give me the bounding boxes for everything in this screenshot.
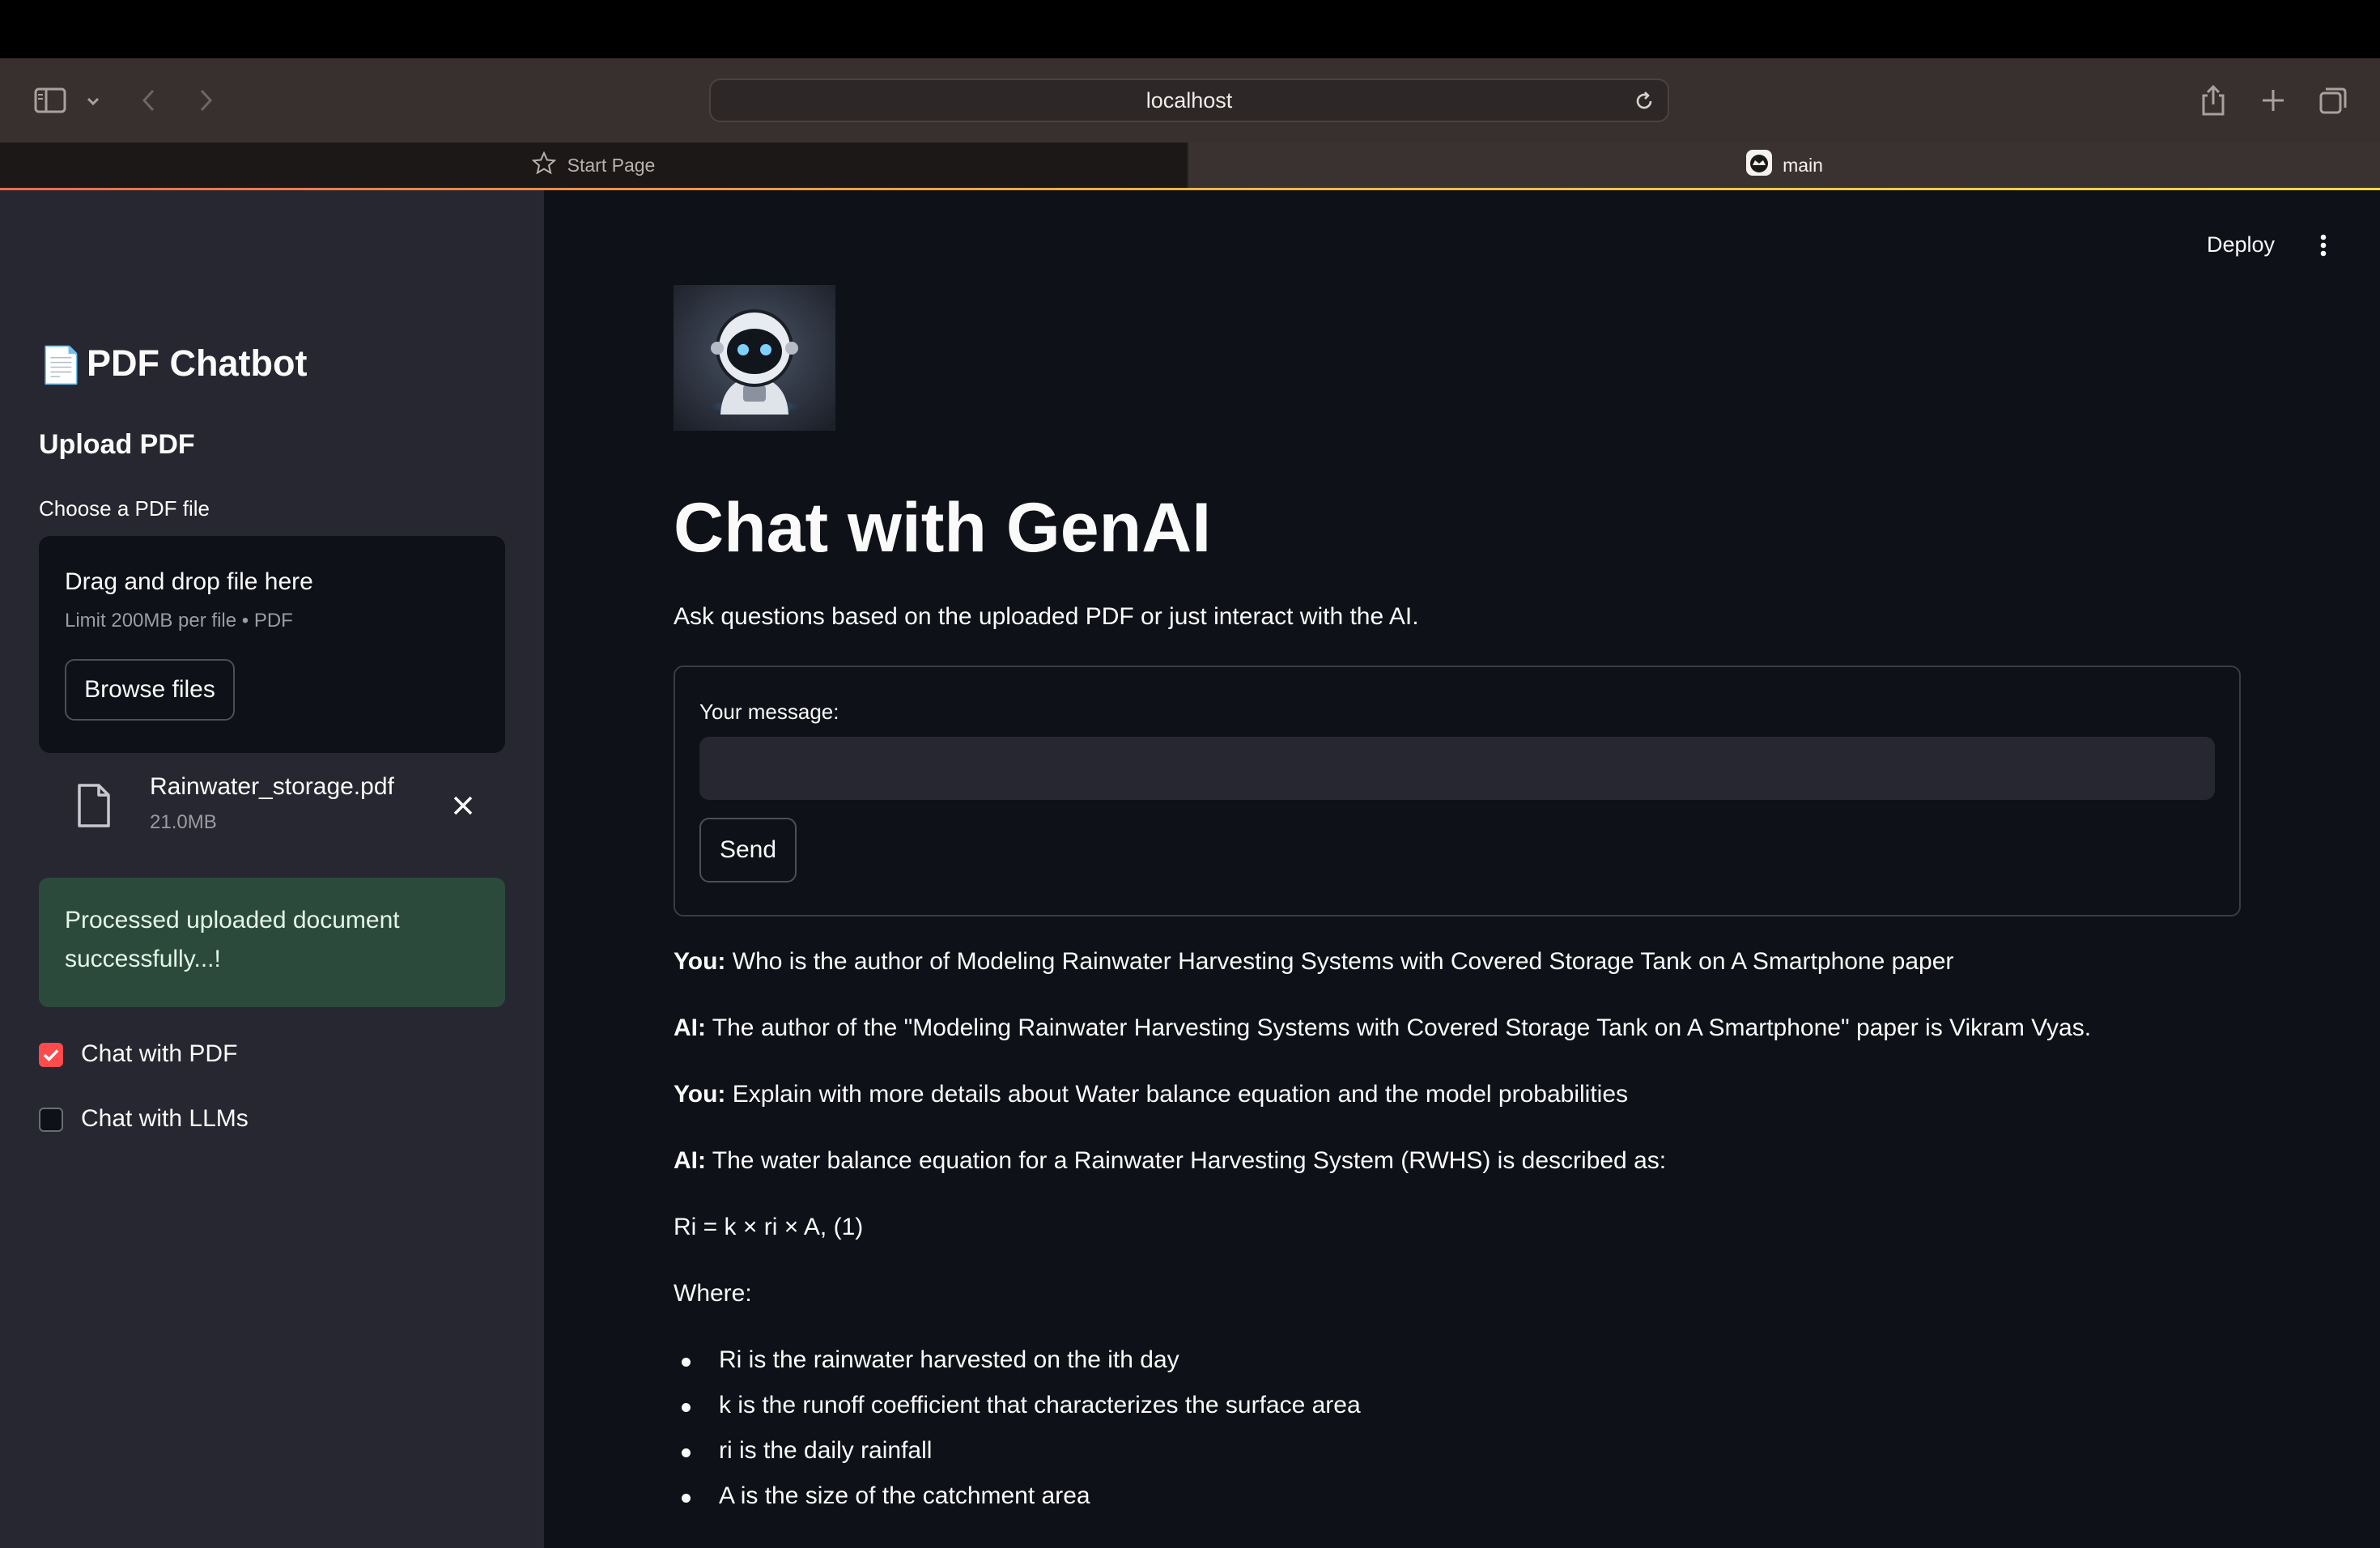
close-icon[interactable]: [448, 791, 478, 820]
success-message-line1: Processed uploaded document: [65, 907, 400, 933]
checkbox-unchecked-icon[interactable]: [39, 1108, 63, 1132]
message-input[interactable]: [699, 737, 2215, 800]
chat-speaker: AI:: [674, 1014, 706, 1041]
option-chat-with-pdf[interactable]: Chat with PDF: [39, 1040, 379, 1073]
list-item-text: k is the runoff coefficient that charact…: [719, 1392, 1361, 1418]
checkbox-checked-icon[interactable]: [39, 1043, 63, 1067]
success-message-line2: successfully...!: [65, 946, 221, 972]
address-bar[interactable]: localhost: [709, 79, 1669, 122]
success-alert: Processed uploaded document successfully…: [39, 878, 505, 1007]
robot-avatar-image: [674, 285, 835, 431]
option-label: Chat with LLMs: [81, 1105, 249, 1132]
tab-label: main: [1783, 154, 1823, 176]
definition-list: Ri is the rainwater harvested on the ith…: [674, 1340, 2212, 1534]
uploaded-file-size: 21.0MB: [150, 811, 217, 833]
back-icon[interactable]: [136, 84, 162, 117]
list-item-text: Ri is the rainwater harvested on the ith…: [719, 1346, 1179, 1373]
bullet-icon: [682, 1403, 691, 1412]
new-tab-icon[interactable]: [2255, 83, 2291, 118]
file-dropzone[interactable]: Drag and drop file here Limit 200MB per …: [39, 536, 505, 753]
chat-message: You: Who is the author of Modeling Rainw…: [674, 948, 1953, 976]
os-top-bar: [0, 0, 2380, 58]
forward-icon[interactable]: [193, 84, 219, 117]
list-item: A is the size of the catchment area: [674, 1476, 2212, 1515]
sidebar-toggle-icon[interactable]: [31, 83, 70, 118]
uploaded-file-name: Rainwater_storage.pdf: [150, 773, 394, 800]
dropzone-title: Drag and drop file here: [65, 568, 313, 595]
chat-speaker: You:: [674, 1081, 726, 1108]
send-button[interactable]: Send: [699, 818, 797, 882]
uploader-label: Choose a PDF file: [39, 496, 210, 521]
url-text: localhost: [1145, 87, 1233, 113]
list-item-text: ri is the daily rainfall: [719, 1437, 933, 1464]
page-subtitle: Ask questions based on the uploaded PDF …: [674, 603, 1419, 630]
list-item: k is the runoff coefficient that charact…: [674, 1385, 2212, 1424]
browse-files-button[interactable]: Browse files: [65, 659, 235, 721]
bullet-icon: [682, 1448, 691, 1457]
message-input-label: Your message:: [699, 700, 839, 724]
equation-text: Ri = k × ri × A, (1): [674, 1214, 864, 1240]
tab-overview-icon[interactable]: [2315, 83, 2351, 118]
chevron-down-icon[interactable]: [81, 89, 105, 113]
option-chat-with-llms[interactable]: Chat with LLMs: [39, 1105, 379, 1138]
sidebar-title-icon: 📄: [39, 346, 83, 385]
main-content: Deploy Chat with GenAI Ask questions bas…: [544, 190, 2380, 1548]
bullet-icon: [682, 1358, 691, 1367]
page-title: Chat with GenAI: [674, 489, 1212, 567]
dropzone-limit: Limit 200MB per file • PDF: [65, 610, 293, 632]
bullet-icon: [682, 1494, 691, 1503]
section-heading: Upload PDF: [39, 429, 195, 460]
where-label: Where:: [674, 1280, 752, 1307]
list-item-text: A is the size of the catchment area: [719, 1482, 1090, 1509]
chat-message: AI: The water balance equation for a Rai…: [674, 1147, 1666, 1175]
kebab-menu-icon[interactable]: [2314, 232, 2333, 262]
reload-icon[interactable]: [1632, 89, 1656, 113]
deploy-button[interactable]: Deploy: [2207, 232, 2275, 257]
option-label: Chat with PDF: [81, 1040, 238, 1067]
chat-message: You: Explain with more details about Wat…: [674, 1081, 1628, 1108]
streamlit-favicon-icon: [1745, 149, 1773, 181]
chat-message: AI: The author of the "Modeling Rainwate…: [674, 1014, 2091, 1042]
chat-text: The author of the "Modeling Rainwater Ha…: [712, 1014, 2092, 1041]
tab-label: Start Page: [567, 154, 656, 176]
chat-speaker: AI:: [674, 1147, 706, 1174]
chat-text: Explain with more details about Water ba…: [732, 1081, 1629, 1108]
list-item: Ri is the rainwater harvested on the ith…: [674, 1340, 2212, 1379]
sidebar-title: PDF Chatbot: [87, 342, 308, 384]
tab-main[interactable]: main: [1188, 142, 2380, 188]
chat-text: Who is the author of Modeling Rainwater …: [732, 948, 1954, 975]
share-icon[interactable]: [2195, 81, 2231, 120]
file-icon: [74, 783, 113, 832]
tab-start-page[interactable]: Start Page: [0, 142, 1187, 188]
star-icon: [531, 151, 557, 179]
chat-text: The water balance equation for a Rainwat…: [712, 1147, 1667, 1174]
chat-speaker: You:: [674, 948, 726, 975]
list-item: ri is the daily rainfall: [674, 1431, 2212, 1469]
sidebar: 📄 PDF Chatbot Upload PDF Choose a PDF fi…: [0, 190, 544, 1548]
chat-form: Your message: Send: [674, 666, 2241, 916]
